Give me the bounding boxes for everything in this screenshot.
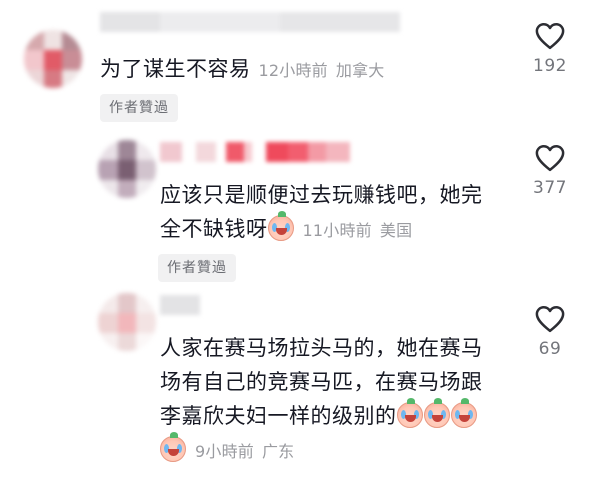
like-count: 192	[533, 56, 567, 76]
comment-time: 12小時前	[258, 61, 328, 80]
author-liked-badge: 作者贊過	[158, 254, 236, 282]
comment-content-line-text: 李嘉欣夫妇一样的级别的	[160, 404, 397, 428]
like-button[interactable]: 192	[520, 22, 580, 76]
username[interactable]	[160, 142, 350, 162]
heart-outline-icon	[535, 23, 565, 50]
like-button[interactable]: 377	[520, 144, 580, 198]
comment-meta: 11小時前 美国	[303, 221, 413, 240]
heart-outline-icon	[535, 145, 565, 172]
comment-item: 为了谋生不容易 12小時前 加拿大 作者贊過 192	[0, 0, 591, 130]
comment-location: 加拿大	[335, 61, 385, 80]
crying-emoji-icon	[423, 398, 450, 428]
comment-content-line: 应该只是顺便过去玩赚钱吧，她完	[160, 183, 483, 207]
like-count: 69	[538, 339, 562, 359]
comment-meta: 12小時前 加拿大	[259, 61, 385, 80]
comment-item: 人家在赛马场拉头马的，她在赛马 场有自己的竞赛马匹，在赛马场跟 李嘉欣夫妇一样的…	[0, 285, 591, 481]
author-liked-badge: 作者贊過	[100, 94, 178, 122]
avatar[interactable]	[98, 293, 156, 351]
username[interactable]	[100, 12, 400, 32]
comment-content-line: 场有自己的竞赛马匹，在赛马场跟	[160, 370, 483, 394]
comment-time: 11小時前	[302, 221, 372, 240]
comment-content: 为了谋生不容易	[100, 57, 251, 81]
crying-emoji-icon	[267, 211, 294, 241]
comment-text: 应该只是顺便过去玩赚钱吧，她完 全不缺钱呀 11小時前 美国	[160, 178, 520, 248]
comment-content-line: 9小時前 广东	[160, 432, 520, 469]
comment-time: 9小時前	[195, 442, 254, 461]
comment-content-line: 人家在赛马场拉头马的，她在赛马	[160, 336, 483, 360]
comment-text: 人家在赛马场拉头马的，她在赛马 场有自己的竞赛马匹，在赛马场跟 李嘉欣夫妇一样的…	[160, 331, 520, 469]
comment-content-line: 全不缺钱呀 11小時前 美国	[160, 211, 520, 248]
avatar[interactable]	[24, 30, 82, 88]
comment-content-line-text: 全不缺钱呀	[160, 217, 268, 241]
comment-meta: 9小時前 广东	[195, 442, 294, 461]
comment-location: 美国	[379, 221, 413, 240]
comment-location: 广东	[261, 442, 295, 461]
comment-text: 为了谋生不容易 12小時前 加拿大	[100, 52, 520, 88]
like-button[interactable]: 69	[520, 305, 580, 359]
crying-emoji-icon	[396, 398, 423, 428]
comment-content-line: 李嘉欣夫妇一样的级别的	[160, 398, 520, 433]
comment-item: 应该只是顺便过去玩赚钱吧，她完 全不缺钱呀 11小時前 美国 作者贊過 377	[0, 130, 591, 285]
crying-emoji-icon	[160, 432, 186, 462]
avatar[interactable]	[98, 140, 156, 198]
crying-emoji-icon	[450, 398, 477, 428]
username[interactable]	[160, 295, 200, 315]
like-count: 377	[533, 178, 567, 198]
heart-outline-icon	[535, 306, 565, 333]
